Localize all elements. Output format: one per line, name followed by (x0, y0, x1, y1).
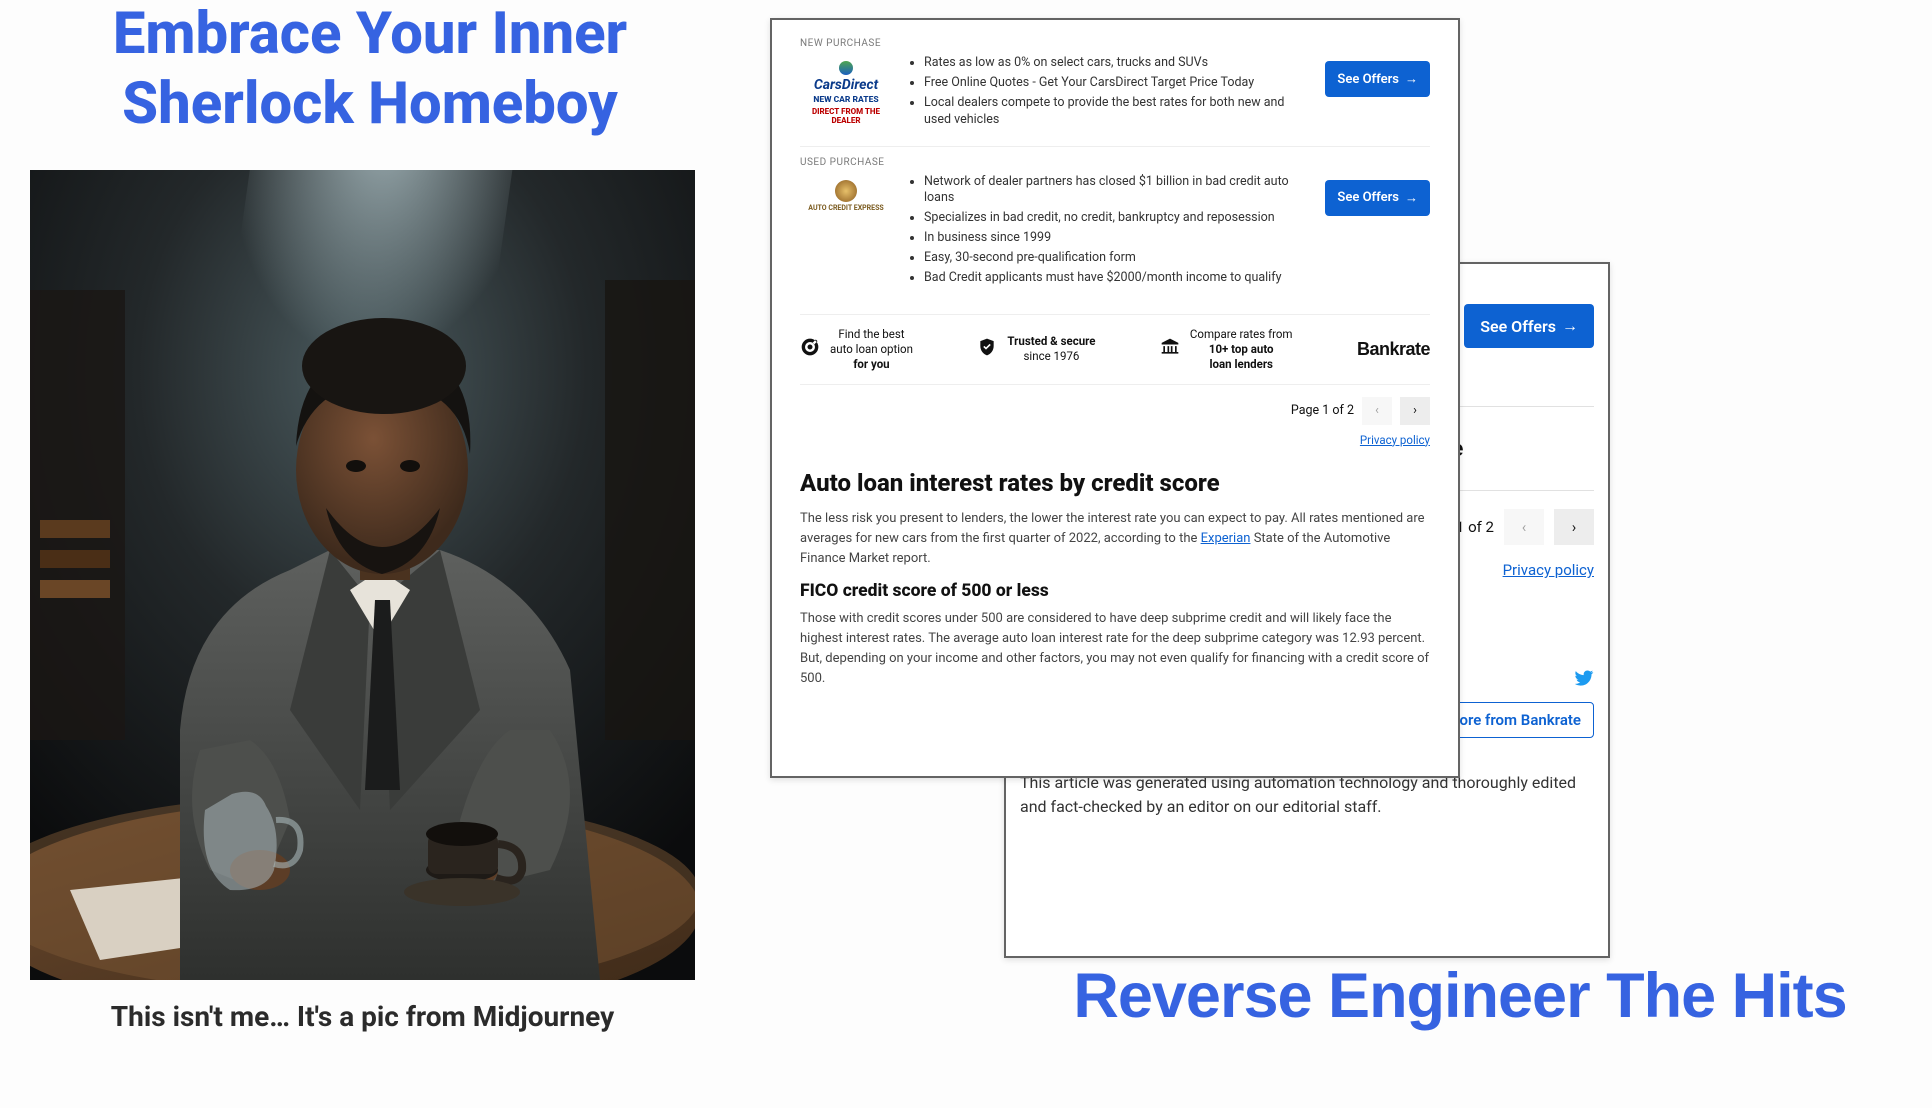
experian-link[interactable]: Experian (1201, 531, 1251, 546)
list-item: Free Online Quotes - Get Your CarsDirect… (924, 75, 1311, 92)
article-h3: FICO credit score of 500 or less (800, 581, 1430, 601)
arrow-right-icon: → (1405, 190, 1418, 206)
list-item: Easy, 30-second pre-qualification form (924, 250, 1311, 267)
logo-text: AUTO CREDIT EXPRESS (808, 204, 883, 212)
feat-line: since 1976 (1007, 349, 1095, 364)
article-h2: Auto loan interest rates by credit score (800, 469, 1430, 497)
article-paragraph: The less risk you present to lenders, th… (800, 509, 1430, 569)
globe-icon (839, 61, 853, 75)
used-purchase-label: USED PURCHASE (800, 157, 1430, 168)
chevron-left-icon: ‹ (1375, 403, 1379, 418)
bank-icon (1160, 337, 1180, 361)
left-heading: Embrace Your Inner Sherlock Homeboy (20, 0, 720, 139)
target-icon (800, 337, 820, 361)
privacy-policy-link[interactable]: Privacy policy (1503, 561, 1594, 579)
pagination: Page 1 of 2 ‹ › (800, 397, 1430, 425)
chevron-right-icon: › (1572, 518, 1577, 536)
article-paragraph: Those with credit scores under 500 are c… (800, 609, 1430, 690)
portrait-image (30, 170, 695, 980)
prev-page-button[interactable]: ‹ (1362, 397, 1392, 425)
twitter-icon[interactable] (1574, 668, 1594, 692)
see-offers-label: See Offers (1337, 190, 1399, 205)
list-item: Local dealers compete to provide the bes… (924, 95, 1311, 129)
feat-line: loan lenders (1190, 357, 1293, 372)
arrow-right-icon: → (1405, 71, 1418, 87)
see-offers-button[interactable]: See Offers → (1325, 61, 1430, 97)
see-offers-button[interactable]: See Offers → (1464, 304, 1594, 348)
slide-canvas: Embrace Your Inner Sherlock Homeboy (0, 0, 1932, 1108)
left-heading-line1: Embrace Your Inner (113, 0, 627, 68)
feat-line: Compare rates from (1190, 327, 1293, 342)
left-heading-line2: Sherlock Homeboy (122, 70, 618, 138)
logo-sub: NEW CAR RATES (813, 95, 878, 105)
auto-credit-express-logo: AUTO CREDIT EXPRESS (800, 174, 892, 212)
shield-check-icon (977, 337, 997, 361)
offer-row-new: CarsDirect NEW CAR RATES DIRECT FROM THE… (800, 55, 1430, 147)
list-item: Bad Credit applicants must have $2000/mo… (924, 270, 1311, 287)
see-offers-label: See Offers (1337, 72, 1399, 87)
logo-tag: DIRECT FROM THE DEALER (800, 107, 892, 125)
feat-line: auto loan option (830, 342, 913, 357)
new-bullet-list: Rates as low as 0% on select cars, truck… (924, 55, 1311, 132)
chevron-left-icon: ‹ (1522, 518, 1527, 536)
author-note: This article was generated using automat… (1020, 771, 1594, 819)
feature-strip: Find the best auto loan option for you T… (800, 314, 1430, 385)
badge-icon (835, 180, 857, 202)
new-purchase-label: NEW PURCHASE (800, 38, 1430, 49)
feat-line: Trusted & secure (1007, 334, 1095, 349)
next-page-button[interactable]: › (1400, 397, 1430, 425)
see-offers-label: See Offers (1480, 317, 1556, 336)
right-heading: Reverse Engineer The Hits (995, 960, 1925, 1032)
see-offers-button[interactable]: See Offers → (1325, 180, 1430, 216)
logo-text: CarsDirect (814, 77, 878, 93)
carsdirect-logo: CarsDirect NEW CAR RATES DIRECT FROM THE… (800, 55, 892, 125)
prev-page-button[interactable]: ‹ (1504, 509, 1544, 545)
portrait-caption: This isn't me… It's a pic from Midjourne… (30, 1000, 695, 1033)
privacy-policy-link[interactable]: Privacy policy (1360, 433, 1430, 447)
list-item: Network of dealer partners has closed $1… (924, 174, 1311, 208)
feat-line: for you (830, 357, 913, 372)
chevron-right-icon: › (1413, 403, 1417, 418)
feat-line: 10+ top auto (1190, 342, 1293, 357)
list-item: Rates as low as 0% on select cars, truck… (924, 55, 1311, 72)
list-item: Specializes in bad credit, no credit, ba… (924, 210, 1311, 227)
bankrate-logo: Bankrate (1357, 339, 1430, 360)
offer-row-used: AUTO CREDIT EXPRESS Network of dealer pa… (800, 174, 1430, 304)
screenshot-front: NEW PURCHASE CarsDirect NEW CAR RATES DI… (770, 18, 1460, 778)
list-item: In business since 1999 (924, 230, 1311, 247)
arrow-right-icon: → (1562, 316, 1578, 336)
pager-label: Page 1 of 2 (1291, 403, 1354, 418)
used-bullet-list: Network of dealer partners has closed $1… (924, 174, 1311, 290)
next-page-button[interactable]: › (1554, 509, 1594, 545)
feat-line: Find the best (830, 327, 913, 342)
